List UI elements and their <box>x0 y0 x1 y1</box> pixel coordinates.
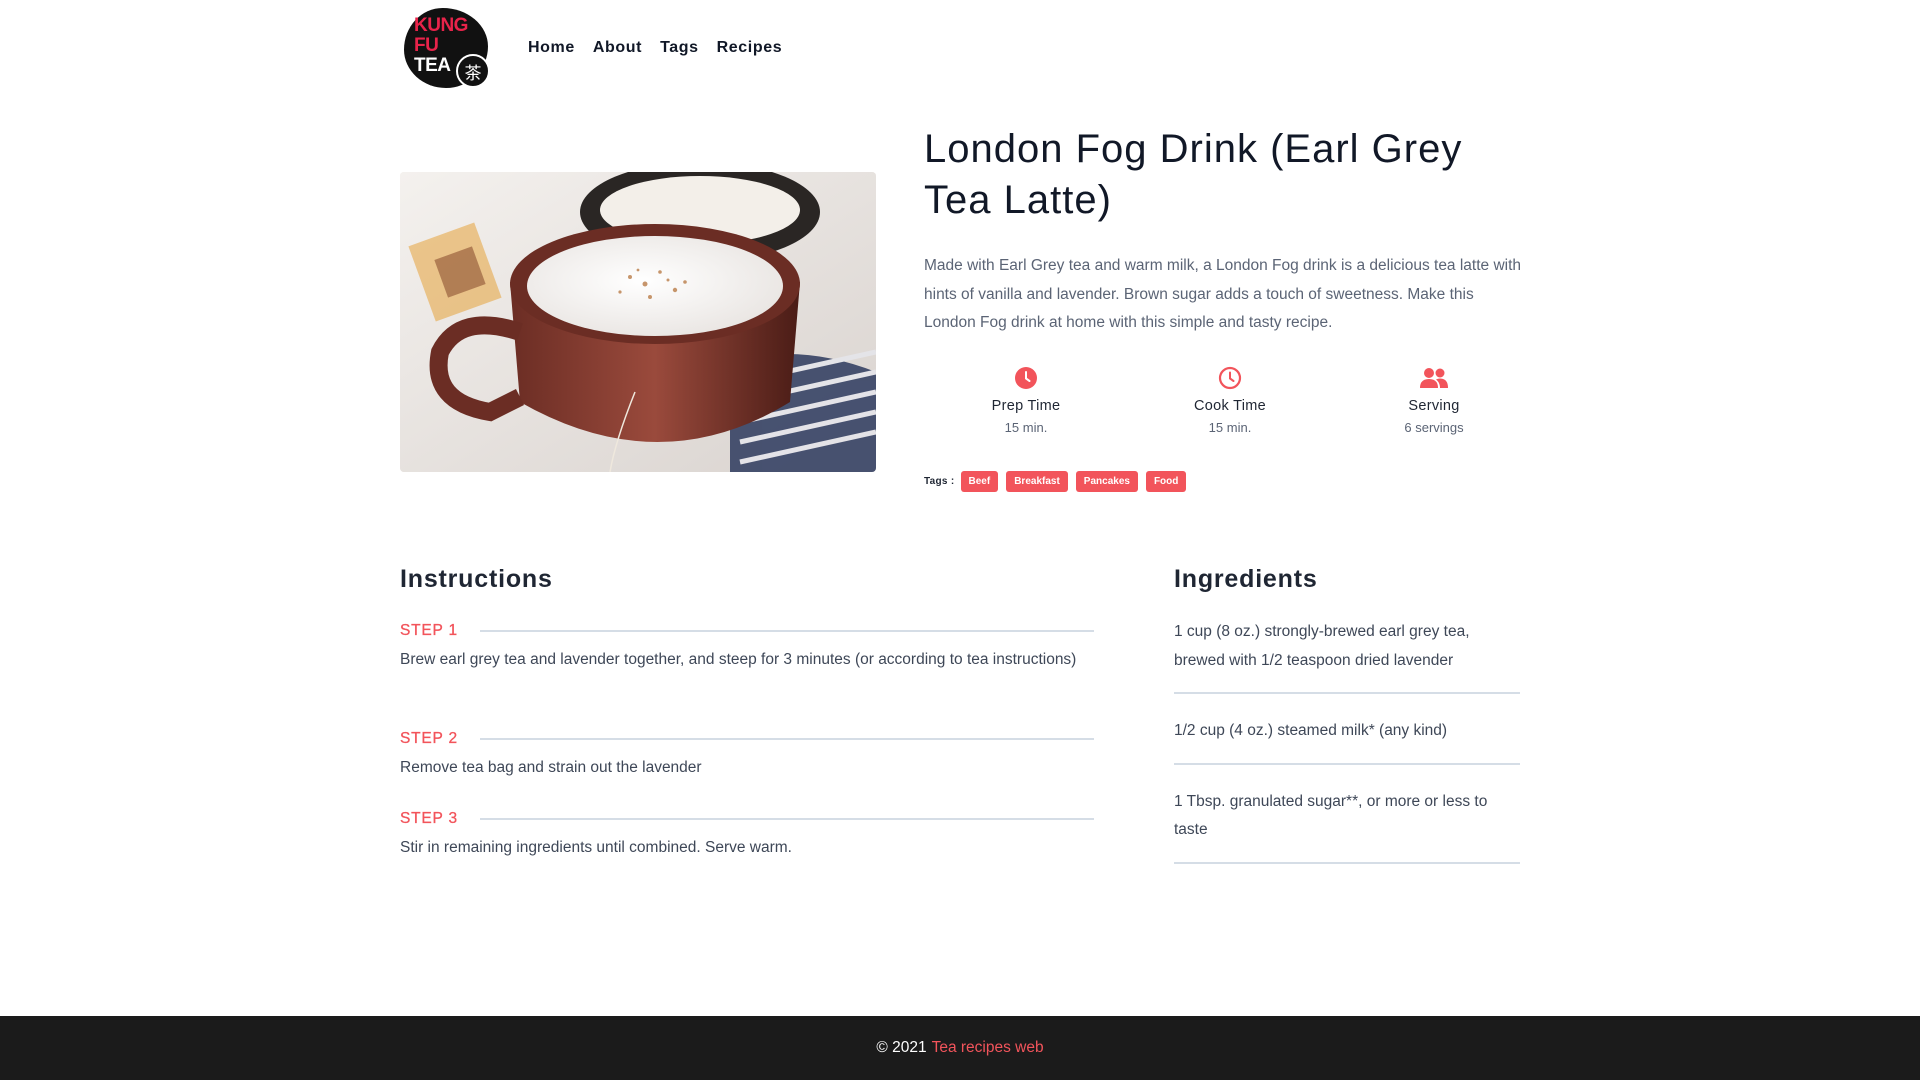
tags-label: Tags : <box>924 476 955 487</box>
step-header: STEP 1 <box>400 622 1094 640</box>
logo-line-fu: FU <box>414 35 439 56</box>
step-text: Brew earl grey tea and lavender together… <box>400 651 1077 668</box>
stat-serving: Serving 6 servings <box>1332 364 1536 435</box>
step-text: Remove tea bag and strain out the lavend… <box>400 759 702 776</box>
recipe-tags: Tags : Beef Breakfast Pancakes Food <box>924 471 1194 492</box>
footer-copyright: © 2021 <box>876 1039 927 1056</box>
instructions-title: Instructions <box>400 565 553 593</box>
step-header: STEP 3 <box>400 810 1094 828</box>
logo-seal: 茶 <box>456 54 490 88</box>
nav-links: Home About Tags Recipes <box>528 39 800 57</box>
stat-label: Prep Time <box>991 398 1061 414</box>
stat-prep-time: Prep Time 15 min. <box>924 364 1128 435</box>
stat-value: 15 min. <box>1208 420 1252 435</box>
stat-value: 15 min. <box>1004 420 1048 435</box>
recipe-stats: Prep Time 15 min. Cook Time 15 min. Serv… <box>924 364 1536 435</box>
logo-line-kung: KUNG <box>414 15 468 36</box>
clock-outline-icon <box>1128 364 1332 392</box>
step-divider <box>480 818 1094 820</box>
recipe-description: Made with Earl Grey tea and warm milk, a… <box>924 257 1522 331</box>
tag-beef[interactable]: Beef <box>960 471 999 492</box>
step-label: STEP 3 <box>400 810 458 827</box>
recipe-image <box>400 172 876 472</box>
step-text: Stir in remaining ingredients until comb… <box>400 839 792 856</box>
recipe-title: London Fog Drink (Earl Grey Tea Latte) <box>924 127 1463 222</box>
instruction-step-3: STEP 3 Stir in remaining ingredients unt… <box>400 810 1094 863</box>
stat-label: Cook Time <box>1194 398 1266 414</box>
instruction-step-1: STEP 1 Brew earl grey tea and lavender t… <box>400 622 1094 675</box>
ingredient-item: 1 cup (8 oz.) strongly-brewed earl grey … <box>1174 618 1520 694</box>
nav-about-link[interactable]: About <box>593 39 642 57</box>
latte-photo-icon <box>400 172 876 472</box>
users-icon <box>1332 364 1536 392</box>
clock-solid-icon <box>924 364 1128 392</box>
ingredient-item: 1 Tbsp. granulated sugar**, or more or l… <box>1174 788 1520 864</box>
nav-recipes-link[interactable]: Recipes <box>717 39 783 57</box>
ingredient-item: 1/2 cup (4 oz.) steamed milk* (any kind) <box>1174 717 1520 765</box>
nav-home-link[interactable]: Home <box>528 39 575 57</box>
ingredients-title: Ingredients <box>1174 565 1318 593</box>
tag-food[interactable]: Food <box>1145 471 1187 492</box>
step-header: STEP 2 <box>400 730 1094 748</box>
top-nav: KUNG FU TEA 茶 Home About Tags Recipes <box>400 0 1520 96</box>
step-label: STEP 2 <box>400 730 458 747</box>
tag-breakfast[interactable]: Breakfast <box>1006 471 1068 492</box>
step-divider <box>480 630 1094 632</box>
nav-tags-link[interactable]: Tags <box>660 39 699 57</box>
stat-value: 6 servings <box>1404 420 1464 435</box>
ingredients-list: 1 cup (8 oz.) strongly-brewed earl grey … <box>1174 618 1520 887</box>
step-label: STEP 1 <box>400 622 458 639</box>
footer-site-link[interactable]: Tea recipes web <box>932 1039 1044 1057</box>
instruction-step-2: STEP 2 Remove tea bag and strain out the… <box>400 730 1094 783</box>
site-footer: © 2021 Tea recipes web <box>0 1016 1920 1080</box>
stat-cook-time: Cook Time 15 min. <box>1128 364 1332 435</box>
stat-label: Serving <box>1408 398 1460 414</box>
brand-logo[interactable]: KUNG FU TEA 茶 <box>400 2 496 94</box>
step-divider <box>480 738 1094 740</box>
tag-pancakes[interactable]: Pancakes <box>1075 471 1138 492</box>
